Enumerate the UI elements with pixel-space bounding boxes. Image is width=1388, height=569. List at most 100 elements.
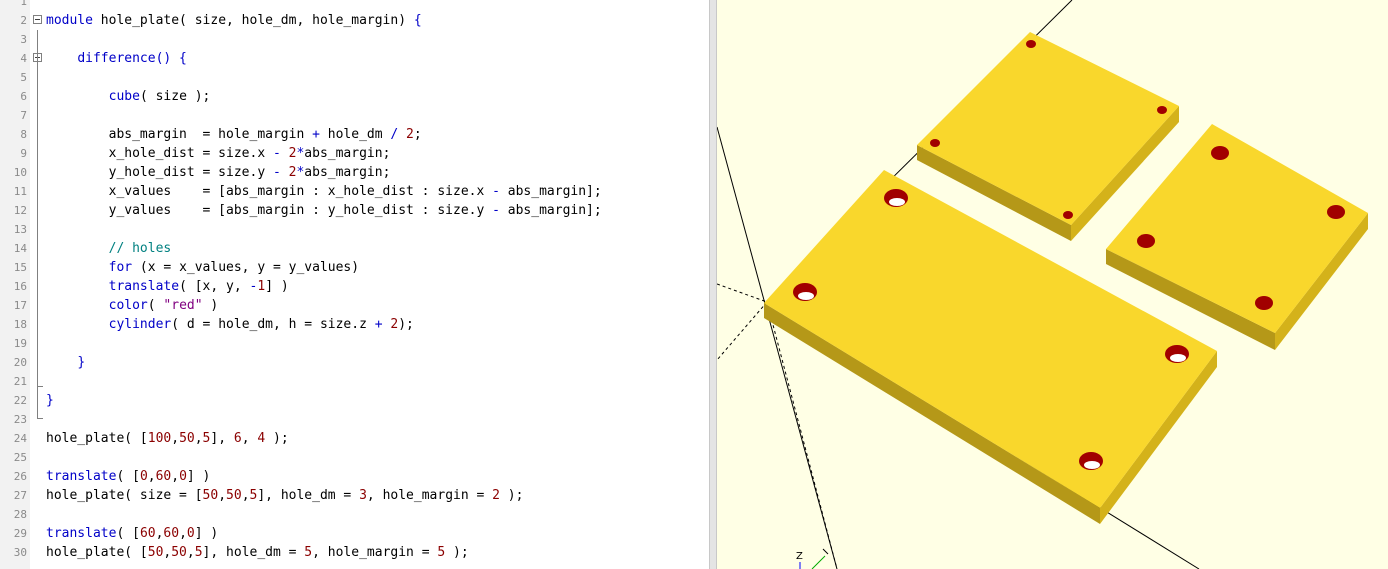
- code-line[interactable]: 20 }: [0, 353, 709, 372]
- hole-right-2: [1137, 234, 1155, 248]
- code-token: "red": [163, 298, 203, 313]
- code-token: y_values = [abs_margin : y_hole_dist : s…: [46, 203, 493, 218]
- code-token: ( [x, y,: [179, 279, 250, 294]
- code-token: ] ): [186, 469, 211, 484]
- code-line[interactable]: 5: [0, 68, 709, 87]
- pane-splitter[interactable]: [709, 0, 717, 569]
- code-line[interactable]: 2 module hole_plate( size, hole_dm, hole_…: [0, 11, 709, 30]
- code-line[interactable]: 22}: [0, 391, 709, 410]
- code-line[interactable]: 10 y_hole_dist = size.y - 2*abs_margin;: [0, 163, 709, 182]
- code-token: 0: [186, 526, 195, 541]
- 3d-viewport[interactable]: Z: [717, 0, 1388, 569]
- code-token: -: [272, 165, 281, 180]
- code-token: cube: [108, 89, 140, 104]
- code-token: , hole_margin =: [312, 545, 438, 560]
- code-token: color: [108, 298, 148, 313]
- code-token: ,: [186, 545, 195, 560]
- code-token: ] ): [265, 279, 289, 294]
- hole-right-3: [1327, 205, 1345, 219]
- code-line[interactable]: 19: [0, 334, 709, 353]
- code-token: ], hole_dm =: [202, 545, 305, 560]
- code-token: ( size );: [139, 89, 211, 104]
- code-token: (x = x_values, y = y_values): [132, 260, 360, 275]
- code-line[interactable]: 12 y_values = [abs_margin : y_hole_dist …: [0, 201, 709, 220]
- code-line[interactable]: 25: [0, 448, 709, 467]
- code-token: , hole_margin =: [366, 488, 493, 503]
- code-token: 5: [304, 545, 313, 560]
- line-number: 23: [13, 413, 27, 426]
- line-number: 25: [13, 451, 27, 464]
- code-token: );: [445, 545, 469, 560]
- code-line[interactable]: 26 translate( [0,60,0] ): [0, 467, 709, 486]
- code-token: module: [46, 13, 93, 28]
- line-number: 28: [13, 508, 27, 521]
- line-number: 15: [13, 261, 27, 274]
- code-text: difference() {: [46, 49, 187, 68]
- code-line[interactable]: 9 x_hole_dist = size.x - 2*abs_margin;: [0, 144, 709, 163]
- code-token: ], hole_dm =: [257, 488, 360, 503]
- code-text: translate( [x, y, -1] ): [46, 277, 289, 296]
- line-number: 29: [13, 527, 27, 540]
- code-line[interactable]: 6 cube( size );: [0, 87, 709, 106]
- line-number: 1: [20, 0, 27, 8]
- code-token: for: [108, 260, 133, 275]
- code-line[interactable]: 29 translate( [60,60,0] ): [0, 524, 709, 543]
- code-text: // holes: [46, 239, 172, 258]
- code-line[interactable]: 7: [0, 106, 709, 125]
- code-line[interactable]: 4 difference() {: [0, 49, 709, 68]
- code-text: translate( [0,60,0] ): [46, 467, 210, 486]
- code-text: module hole_plate( size, hole_dm, hole_m…: [46, 11, 422, 30]
- code-line[interactable]: 23: [0, 410, 709, 429]
- code-token: ;: [413, 127, 422, 142]
- code-token: +: [312, 127, 320, 142]
- code-line[interactable]: 30 hole_plate( [50,50,5], hole_dm = 5, ho…: [0, 543, 709, 562]
- line-number: 16: [13, 280, 27, 293]
- code-line[interactable]: 13: [0, 220, 709, 239]
- code-text: y_values = [abs_margin : y_hole_dist : s…: [46, 201, 602, 220]
- hole-small-4: [1063, 211, 1073, 219]
- line-number: 21: [13, 375, 27, 388]
- code-token: 0: [179, 469, 187, 484]
- code-line[interactable]: 3: [0, 30, 709, 49]
- code-token: ( [: [116, 526, 140, 541]
- fold-toggle-icon[interactable]: [33, 15, 42, 24]
- fold-guide-difference: [37, 68, 38, 386]
- hole-small-2: [930, 139, 940, 147]
- code-token: cylinder: [108, 317, 172, 332]
- code-line[interactable]: 27 hole_plate( size = [50,50,5], hole_dm …: [0, 486, 709, 505]
- code-token: 1: [257, 279, 266, 294]
- code-line[interactable]: 17 color( "red" ): [0, 296, 709, 315]
- code-token: ] ): [194, 526, 219, 541]
- code-token: 50: [179, 431, 195, 446]
- line-number: 17: [13, 299, 27, 312]
- code-token: translate: [108, 279, 180, 294]
- code-line[interactable]: 15 for (x = x_values, y = y_values): [0, 258, 709, 277]
- 3d-scene[interactable]: Z: [717, 0, 1388, 569]
- code-line[interactable]: 8 abs_margin = hole_margin + hole_dm / 2…: [0, 125, 709, 144]
- code-token: 2: [406, 127, 414, 142]
- code-line[interactable]: 14 // holes: [0, 239, 709, 258]
- code-editor[interactable]: 1 2 module hole_plate( size, hole_dm, hole…: [0, 0, 709, 569]
- code-token: );: [265, 431, 289, 446]
- code-line[interactable]: 24 hole_plate( [100,50,5], 6, 4 );: [0, 429, 709, 448]
- code-token: ],: [210, 431, 234, 446]
- line-number: 3: [20, 33, 27, 46]
- code-line[interactable]: 1: [0, 0, 709, 11]
- code-token: -: [272, 146, 281, 161]
- line-number: 27: [13, 489, 27, 502]
- code-text: abs_margin = hole_margin + hole_dm / 2;: [46, 125, 422, 144]
- code-token: ,: [218, 488, 227, 503]
- line-number: 24: [13, 432, 27, 445]
- code-line[interactable]: 28: [0, 505, 709, 524]
- code-line[interactable]: 11 x_values = [abs_margin : x_hole_dist …: [0, 182, 709, 201]
- code-line[interactable]: 18 cylinder( d = hole_dm, h = size.z + 2…: [0, 315, 709, 334]
- code-line[interactable]: 16 translate( [x, y, -1] ): [0, 277, 709, 296]
- code-line[interactable]: 21: [0, 372, 709, 391]
- code-token: ,: [241, 488, 250, 503]
